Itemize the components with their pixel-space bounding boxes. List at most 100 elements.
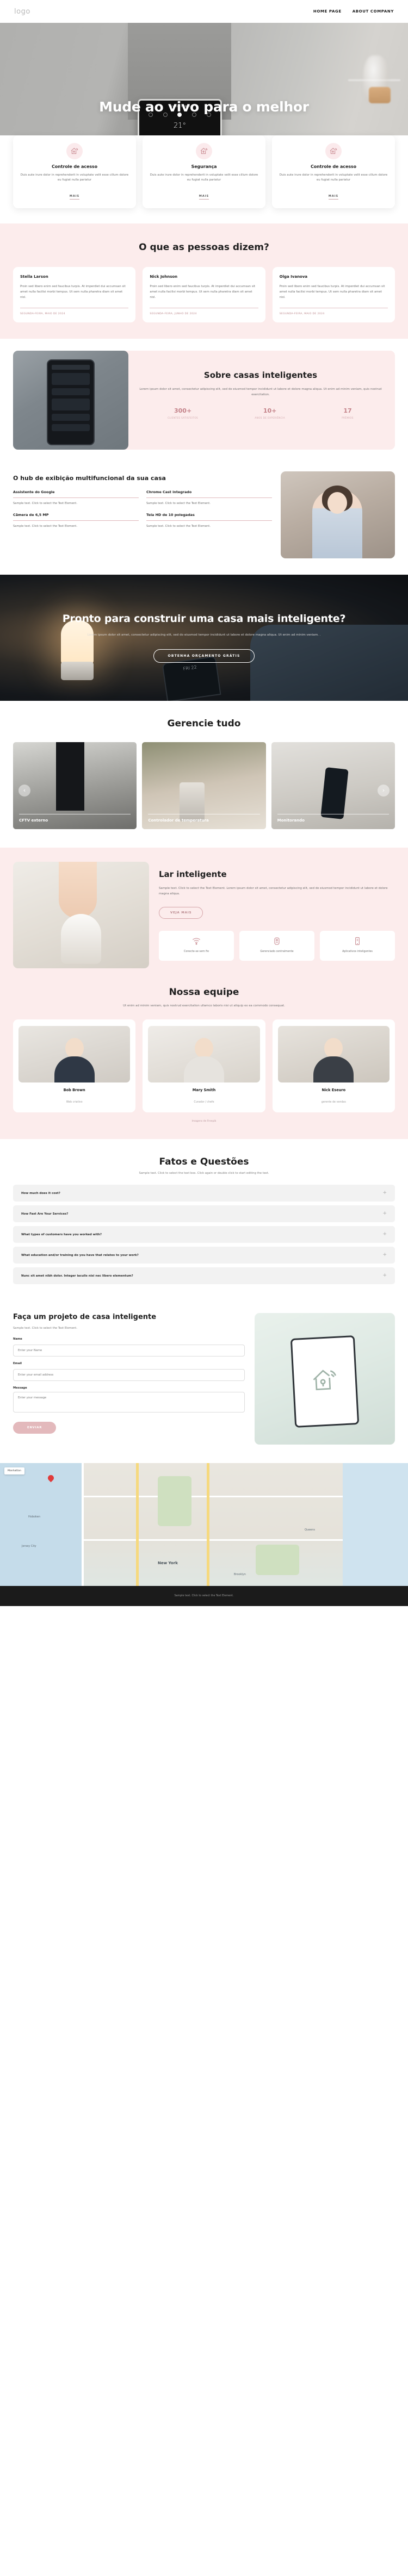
faq-item[interactable]: Nunc sit amet nibh dolor. Integer iaculi…: [13, 1267, 395, 1285]
email-input[interactable]: [13, 1368, 245, 1381]
plus-icon[interactable]: +: [382, 1232, 387, 1237]
smart-home-wifi-icon: [66, 143, 83, 159]
feature-card-more-link[interactable]: MAIS: [199, 195, 209, 200]
hero-title: Mude ao vivo para o melhor: [99, 99, 309, 115]
cta-quote-button[interactable]: OBTENHA ORÇAMENTO GRÁTIS: [153, 649, 255, 663]
map-road: [82, 1463, 84, 1586]
hub-feature-title: Assistente do Google: [13, 489, 55, 494]
feature-card-body: Duis aute irure dolor in reprehenderit i…: [20, 173, 129, 182]
faq-item[interactable]: How Fast Are Your Services? +: [13, 1205, 395, 1223]
plus-icon[interactable]: +: [382, 1211, 387, 1216]
plus-icon[interactable]: +: [382, 1253, 387, 1258]
faq-section: Fatos e Questões Sample text. Click to s…: [0, 1139, 408, 1305]
map-highway: [136, 1463, 139, 1586]
testimonial-text: Proin sed libero enim sed faucibus turpi…: [20, 284, 126, 299]
divider: [146, 497, 272, 498]
chevron-left-icon[interactable]: ‹: [18, 784, 30, 797]
contact-form-section: Faça um projeto de casa inteligente Samp…: [0, 1304, 408, 1464]
smart-home-icon-item: Gerenciado centralmente: [239, 931, 314, 961]
map-section[interactable]: Manhattan New York Hoboken Jersey City B…: [0, 1463, 408, 1586]
testimonial-date: SEGUNDA-FEIRA, JUNHO DE 2024: [150, 312, 197, 315]
map-road: [82, 1496, 343, 1498]
stat-value: 10+: [263, 407, 277, 415]
field-message: Message: [13, 1386, 245, 1415]
manage-title: Gerencie tudo: [167, 718, 241, 729]
field-email: Email: [13, 1362, 245, 1381]
site-header: logo HOME PAGE ABOUT COMPANY: [0, 0, 408, 23]
faq-item[interactable]: How much does it cost? +: [13, 1185, 395, 1202]
about-phone-image: [13, 350, 128, 450]
testimonial-text: Proin sed libero enim sed faucibus turpi…: [150, 284, 256, 299]
faq-title: Fatos e Questões: [159, 1156, 249, 1168]
hero-tablet-temp: 21°: [173, 122, 187, 130]
logo[interactable]: logo: [14, 8, 30, 16]
feature-card-more-link[interactable]: MAIS: [69, 195, 80, 200]
cta-lamp-base: [61, 661, 94, 680]
feature-card-title: Controle de acesso: [51, 164, 97, 169]
smart-home-section: Lar inteligente Sample text. Click to se…: [0, 847, 408, 985]
contact-form-image: [255, 1313, 395, 1445]
map-label: Hoboken: [28, 1515, 41, 1519]
manage-card-overlay: CFTV externo: [13, 813, 137, 829]
testimonial-name: Nick Johnson: [150, 274, 178, 279]
team-member-name: Mary Smith: [192, 1088, 216, 1093]
cta-title: Pronto para construir uma casa mais inte…: [62, 612, 346, 625]
map-highway: [207, 1463, 209, 1586]
chevron-right-icon[interactable]: ›: [378, 784, 390, 797]
smart-home-title: Lar inteligente: [159, 869, 227, 879]
stat-item: 10+ ANOS DE EXPERIÊNCIA: [255, 407, 285, 420]
phone-screen-tile: [52, 413, 90, 421]
contact-form: Faça um projeto de casa inteligente Samp…: [13, 1313, 245, 1434]
main-nav: HOME PAGE ABOUT COMPANY: [313, 9, 394, 14]
stat-label: ANOS DE EXPERIÊNCIA: [255, 416, 285, 420]
nav-item-about-company[interactable]: ABOUT COMPANY: [353, 9, 394, 14]
map-place-badge[interactable]: Manhattan: [4, 1467, 24, 1475]
message-input[interactable]: [13, 1391, 245, 1413]
faq-question: What types of customers have you worked …: [21, 1233, 102, 1236]
smart-home-icon-label: Conecte-se sem fio: [183, 950, 209, 954]
page-root: logo HOME PAGE ABOUT COMPANY Living room…: [0, 0, 408, 1607]
team-title: Nossa equipe: [169, 986, 239, 998]
map-label: Queens: [305, 1528, 316, 1532]
faq-item[interactable]: What education and/or training do you ha…: [13, 1247, 395, 1264]
nav-item-home-page[interactable]: HOME PAGE: [313, 9, 342, 14]
field-label-message: Message: [13, 1386, 27, 1390]
phone-screen: [47, 359, 95, 445]
card-phone-graphic: [320, 767, 349, 819]
smart-home-icon-item: Aplicativos inteligentes: [320, 931, 395, 961]
testimonial-name: Olga Ivanova: [279, 274, 308, 279]
stat-label: CLIENTES SATISFEITOS: [168, 416, 199, 420]
feature-card-more-link[interactable]: MAIS: [328, 195, 339, 200]
hub-feature-body: Sample text. Click to select the Text El…: [13, 524, 77, 528]
plus-icon[interactable]: +: [382, 1191, 387, 1196]
team-body: Ut enim ad minim veniam, quis nostrud ex…: [123, 1004, 285, 1007]
site-footer: Sample text. Click to select the Text El…: [0, 1586, 408, 1607]
hub-feature-body: Sample text. Click to select the Text El…: [13, 501, 77, 505]
hub-feature-item: Câmera de 6,5 MP Sample text. Click to s…: [13, 513, 139, 529]
smart-home-icon-label: Gerenciado centralmente: [260, 950, 294, 954]
submit-button[interactable]: ENVIAR: [13, 1421, 57, 1434]
hub-person-image: [281, 471, 395, 558]
hub-left: O hub de exibição multifuncional da sua …: [13, 471, 272, 529]
avatar-head: [324, 1038, 343, 1059]
map-park: [256, 1545, 299, 1576]
map-road: [82, 1539, 343, 1541]
name-input[interactable]: [13, 1344, 245, 1357]
smart-home-more-button[interactable]: VEJA MAIS: [159, 907, 203, 919]
team-member-name: Nick Eseuro: [322, 1088, 346, 1093]
about-title: Sobre casas inteligentes: [203, 370, 318, 380]
feature-card[interactable]: Controle de acesso Duis aute irure dolor…: [272, 135, 395, 208]
team-member-role: Curador / chefe: [194, 1101, 214, 1104]
hub-feature-title: Câmera de 6,5 MP: [13, 512, 49, 517]
feature-card[interactable]: Segurança Duis aute irure dolor in repre…: [143, 135, 265, 208]
feature-card[interactable]: Controle de acesso Duis aute irure dolor…: [13, 135, 136, 208]
faq-question: What education and/or training do you ha…: [21, 1253, 139, 1257]
manage-card[interactable]: Controlador de temperatura: [142, 742, 266, 829]
stat-item: 17 PRÊMIOS: [342, 407, 354, 420]
manage-card[interactable]: CFTV externo: [13, 742, 137, 829]
manage-card[interactable]: Monitorando: [271, 742, 395, 829]
manage-card-overlay: Monitorando: [271, 813, 395, 829]
plus-icon[interactable]: +: [382, 1273, 387, 1278]
smart-apps-icon: [353, 937, 362, 945]
faq-item[interactable]: What types of customers have you worked …: [13, 1226, 395, 1243]
